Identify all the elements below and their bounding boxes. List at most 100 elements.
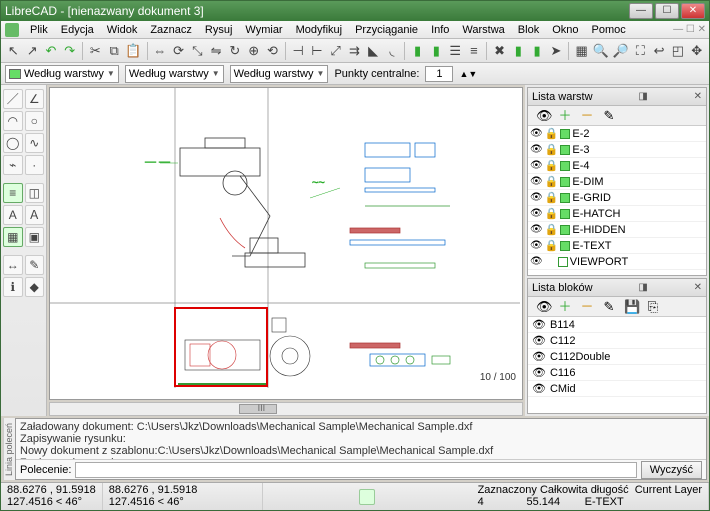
menu-pomoc[interactable]: Pomoc — [586, 22, 632, 38]
move-icon[interactable]: ⇔ — [151, 42, 168, 60]
rel-coords: 88.6276 , 91.5918 127.4516 < 46° — [103, 483, 263, 510]
point-tool-icon[interactable]: · — [25, 155, 45, 175]
rotate-icon[interactable]: ⟳ — [170, 42, 187, 60]
image-tool-icon[interactable]: ▣ — [25, 227, 45, 247]
zoom-in-icon[interactable]: 🔍 — [592, 42, 610, 60]
attr-icon[interactable]: ≡ — [466, 42, 483, 60]
layers-panel-title: Lista warstw — [532, 91, 593, 103]
cut-icon[interactable]: ✂ — [87, 42, 104, 60]
info-tool-icon[interactable]: ℹ — [3, 277, 23, 297]
ellipse-tool-icon[interactable]: ◯ — [3, 133, 23, 153]
clear-button[interactable]: Wyczyść — [641, 461, 702, 479]
layer-add-icon[interactable]: ＋ — [558, 109, 572, 123]
line-tool-icon[interactable]: ／ — [3, 89, 23, 109]
modify-tool-icon[interactable]: ✎ — [25, 255, 45, 275]
blocks-float-icon[interactable]: ◨ — [638, 282, 647, 293]
snap-label: Punkty centralne: — [334, 68, 419, 80]
spline-tool-icon[interactable]: ∿ — [25, 133, 45, 153]
polyline-tool-icon[interactable]: ⌁ — [3, 155, 23, 175]
copy-icon[interactable]: ⧉ — [106, 42, 123, 60]
zoom-out-icon[interactable]: 🔎 — [612, 42, 630, 60]
mtext-tool-icon[interactable]: Ａ — [25, 205, 45, 225]
revert-icon[interactable]: ⟲ — [264, 42, 281, 60]
stretch-icon[interactable]: ▮ — [428, 42, 445, 60]
block-add-icon[interactable]: ＋ — [558, 300, 572, 314]
block-showall-icon[interactable]: 👁 — [536, 300, 550, 314]
layer-showall-icon[interactable]: 👁 — [536, 109, 550, 123]
menu-przyciaganie[interactable]: Przyciąganie — [349, 22, 424, 38]
hatch-tool-icon[interactable]: ▦ — [3, 227, 23, 247]
circle-tool-icon[interactable]: ○ — [25, 111, 45, 131]
scale-icon[interactable]: ⤡ — [189, 42, 206, 60]
grid-icon[interactable]: ▦ — [573, 42, 590, 60]
layer-remove-icon[interactable]: － — [580, 109, 594, 123]
zoom-prev-icon[interactable]: ↩ — [651, 42, 668, 60]
layers-close-icon[interactable]: ✕ — [694, 91, 702, 102]
zoom-pan-icon[interactable]: ✥ — [688, 42, 705, 60]
menu-edycja[interactable]: Edycja — [55, 22, 100, 38]
round-icon[interactable]: ◟ — [384, 42, 401, 60]
menu-zaznacz[interactable]: Zaznacz — [144, 22, 198, 38]
blocks-close-icon[interactable]: ✕ — [694, 282, 702, 293]
menu-widok[interactable]: Widok — [101, 22, 144, 38]
menu-rysuj[interactable]: Rysuj — [199, 22, 239, 38]
undo-icon[interactable]: ↶ — [43, 42, 60, 60]
lengthen-icon[interactable]: ⤢ — [327, 42, 344, 60]
blocks-list[interactable]: 👁B114 👁C112 👁C112Double 👁C116 👁CMid — [528, 317, 706, 413]
text-tool-icon[interactable]: A — [3, 205, 23, 225]
props-icon[interactable]: ☰ — [447, 42, 464, 60]
move-rotate-icon[interactable]: ↻ — [227, 42, 244, 60]
snap-value-input[interactable] — [425, 66, 453, 82]
angle-tool-icon[interactable]: ∠ — [25, 89, 45, 109]
block-save-icon[interactable]: 💾 — [624, 300, 638, 314]
layers-list[interactable]: 👁🔒E-2 👁🔒E-3 👁🔒E-4 👁🔒E-DIM 👁🔒E-GRID 👁🔒E-H… — [528, 126, 706, 275]
divide-icon[interactable]: ▮ — [409, 42, 426, 60]
horizontal-scrollbar[interactable]: III — [49, 402, 523, 416]
layer-edit-icon[interactable]: ✎ — [602, 109, 616, 123]
menu-wymiar[interactable]: Wymiar — [239, 22, 288, 38]
block-insert-icon[interactable]: ⎘ — [646, 300, 660, 314]
line-width-combo[interactable]: Według warstwy▼ — [125, 65, 224, 83]
arrow-r-icon[interactable]: ➤ — [548, 42, 565, 60]
zoom-win-icon[interactable]: ◰ — [670, 42, 687, 60]
paste-icon[interactable]: 📋 — [125, 42, 143, 60]
layer-color-combo[interactable]: Według warstwy▼ — [5, 65, 119, 83]
maximize-button[interactable]: ☐ — [655, 3, 679, 19]
mdi-controls[interactable]: — ☐ ✕ — [667, 22, 710, 37]
status-mouse-icon[interactable] — [359, 489, 375, 505]
explode-txt-icon[interactable]: ▮ — [510, 42, 527, 60]
minimize-button[interactable]: — — [629, 3, 653, 19]
arrow-tr-icon[interactable]: ↗ — [24, 42, 41, 60]
trim-icon[interactable]: ⊣ — [290, 42, 307, 60]
arc-tool-icon[interactable]: ◠ — [3, 111, 23, 131]
parallel-tool-icon[interactable]: ≡ — [3, 183, 23, 203]
select-tool-icon[interactable]: ◫ — [25, 183, 45, 203]
line-type-combo[interactable]: Według warstwy▼ — [230, 65, 329, 83]
rotate2-icon[interactable]: ⊕ — [245, 42, 262, 60]
close-button[interactable]: ✕ — [681, 3, 705, 19]
layers-float-icon[interactable]: ◨ — [638, 91, 647, 102]
menu-plik[interactable]: Plik — [24, 22, 54, 38]
menu-info[interactable]: Info — [425, 22, 455, 38]
drawing-canvas[interactable]: — — ~~ 10 / 100 — [49, 87, 523, 400]
mirror-icon[interactable]: ⇋ — [208, 42, 225, 60]
bevel-icon[interactable]: ◣ — [365, 42, 382, 60]
block-tool-icon[interactable]: ◆ — [25, 277, 45, 297]
menu-warstwa[interactable]: Warstwa — [456, 22, 510, 38]
delete-icon[interactable]: ✖ — [491, 42, 508, 60]
trim2-icon[interactable]: ⊢ — [308, 42, 325, 60]
zoom-auto-icon[interactable]: ⛶ — [632, 42, 649, 60]
menu-okno[interactable]: Okno — [546, 22, 584, 38]
menu-modyfikuj[interactable]: Modyfikuj — [290, 22, 348, 38]
block-remove-icon[interactable]: － — [580, 300, 594, 314]
block-edit-icon[interactable]: ✎ — [602, 300, 616, 314]
explode-icon[interactable]: ▮ — [529, 42, 546, 60]
dim-tool-icon[interactable]: ↔ — [3, 255, 23, 275]
layer-row: 👁🔒E-HATCH — [528, 206, 706, 222]
offset-icon[interactable]: ⇉ — [346, 42, 363, 60]
stepper-icon[interactable]: ▲▼ — [459, 69, 477, 79]
menu-blok[interactable]: Blok — [512, 22, 545, 38]
redo-icon[interactable]: ↷ — [61, 42, 78, 60]
command-input[interactable] — [75, 462, 636, 478]
arrow-tl-icon[interactable]: ↖ — [5, 42, 22, 60]
